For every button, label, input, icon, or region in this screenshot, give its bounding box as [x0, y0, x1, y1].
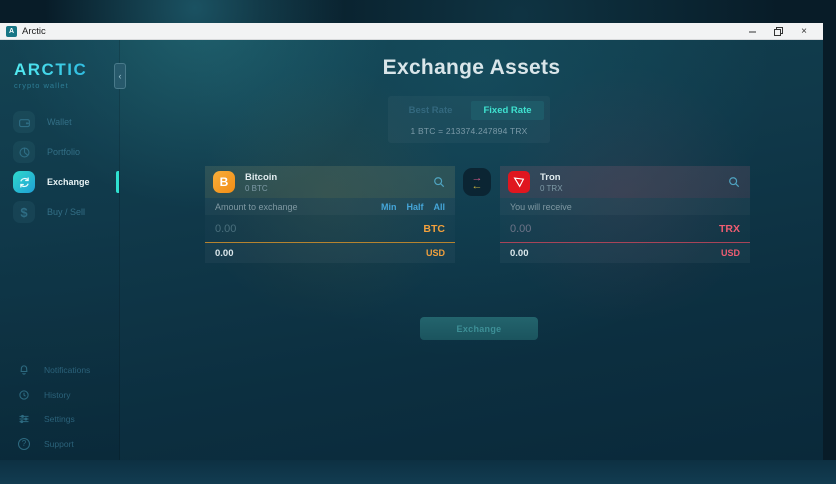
from-asset-balance: 0 BTC [245, 183, 268, 193]
desktop-bottom-strip [0, 460, 836, 484]
from-asset-header[interactable]: B Bitcoin 0 BTC [205, 166, 455, 198]
rate-tabs: Best Rate Fixed Rate [388, 101, 550, 120]
from-fiat-currency: USD [425, 248, 445, 258]
restore-icon[interactable] [765, 23, 791, 40]
sidebar-item-label: Buy / Sell [47, 207, 86, 217]
sidebar-item-label: Settings [44, 414, 75, 425]
quick-amount-buttons: Min Half All [381, 202, 445, 212]
sidebar-item-buy-sell[interactable]: $ Buy / Sell [0, 197, 119, 227]
to-row-label: You will receive [510, 201, 572, 212]
window-controls: × [739, 23, 823, 40]
from-amount-row: Amount to exchange Min Half All [205, 198, 455, 215]
sidebar-footer: Notifications History Settings ? Support [0, 358, 119, 456]
to-fiat-value: 0.00 [510, 247, 529, 259]
sidebar-item-exchange[interactable]: Exchange [0, 167, 119, 197]
to-asset-balance: 0 TRX [540, 183, 563, 193]
sidebar: ARCTIC crypto wallet Wallet Portfolio Ex… [0, 40, 120, 460]
from-currency-label: BTC [423, 222, 445, 235]
buy-sell-icon: $ [13, 201, 35, 223]
sidebar-item-label: Exchange [47, 177, 90, 187]
support-icon: ? [17, 437, 31, 450]
to-amount-input[interactable] [510, 222, 719, 235]
exchange-submit-button[interactable]: Exchange [420, 317, 538, 340]
logo-block: ARCTIC crypto wallet [0, 40, 119, 90]
swap-direction-button[interactable]: → ← [463, 168, 491, 196]
wallet-icon [13, 111, 35, 133]
to-fiat-row: 0.00 USD [500, 243, 750, 263]
app-logo-subtitle: crypto wallet [14, 81, 69, 90]
from-fiat-value: 0.00 [215, 247, 234, 259]
all-button[interactable]: All [433, 202, 445, 212]
sidebar-item-notifications[interactable]: Notifications [0, 358, 119, 383]
from-asset-name: Bitcoin [245, 171, 278, 183]
app-icon: A [6, 25, 17, 37]
app-logo: ARCTIC [14, 60, 119, 80]
minimize-icon[interactable] [739, 23, 765, 40]
to-amount-input-row: TRX [500, 215, 750, 243]
sidebar-item-portfolio[interactable]: Portfolio [0, 137, 119, 167]
sidebar-item-wallet[interactable]: Wallet [0, 107, 119, 137]
from-fiat-row: 0.00 USD [205, 243, 455, 263]
sidebar-item-history[interactable]: History [0, 383, 119, 408]
to-asset-header[interactable]: Tron 0 TRX [500, 166, 750, 198]
sidebar-nav: Wallet Portfolio Exchange $ Buy / Sell [0, 107, 119, 227]
rate-panel: Best Rate Fixed Rate 1 BTC = 213374.2478… [388, 96, 550, 143]
sidebar-collapse-button[interactable]: ‹ [114, 63, 126, 89]
bell-icon [17, 364, 31, 376]
tab-fixed-rate[interactable]: Fixed Rate [471, 101, 544, 120]
to-fiat-currency: USD [720, 248, 740, 258]
sidebar-item-support[interactable]: ? Support [0, 432, 119, 457]
window-title: Arctic [22, 25, 46, 37]
half-button[interactable]: Half [406, 202, 423, 212]
sidebar-item-label: Wallet [47, 117, 72, 127]
search-icon[interactable] [433, 176, 445, 188]
sidebar-item-label: Portfolio [47, 147, 81, 157]
main-content: Exchange Assets Best Rate Fixed Rate 1 B… [120, 40, 823, 460]
portfolio-icon [13, 141, 35, 163]
bitcoin-icon: B [213, 171, 235, 193]
min-button[interactable]: Min [381, 202, 397, 212]
from-asset-panel: B Bitcoin 0 BTC Amount to exchange Min H… [205, 166, 455, 263]
tab-best-rate[interactable]: Best Rate [394, 101, 467, 120]
sidebar-item-settings[interactable]: Settings [0, 407, 119, 432]
exchange-icon [13, 171, 35, 193]
search-icon[interactable] [728, 176, 740, 188]
history-icon [17, 389, 31, 401]
sidebar-item-label: Notifications [44, 365, 91, 376]
exchange-rate-text: 1 BTC = 213374.247894 TRX [410, 126, 528, 136]
to-asset-name: Tron [540, 171, 561, 183]
to-amount-row: You will receive [500, 198, 750, 215]
to-asset-panel: Tron 0 TRX You will receive TRX 0.00 USD [500, 166, 750, 263]
to-currency-label: TRX [719, 222, 740, 235]
from-row-label: Amount to exchange [215, 201, 298, 212]
from-amount-input-row: BTC [205, 215, 455, 243]
sidebar-item-label: Support [44, 438, 74, 449]
window-titlebar: A Arctic × [0, 23, 823, 40]
page-title: Exchange Assets [382, 56, 561, 79]
sidebar-item-label: History [44, 389, 71, 400]
close-icon[interactable]: × [791, 23, 817, 40]
from-amount-input[interactable] [215, 222, 424, 235]
tron-icon [508, 171, 530, 193]
swap-left-arrow-icon: ← [471, 180, 483, 192]
app-window: ‹ ARCTIC crypto wallet Wallet Portfolio … [0, 40, 823, 460]
settings-icon [17, 413, 31, 425]
